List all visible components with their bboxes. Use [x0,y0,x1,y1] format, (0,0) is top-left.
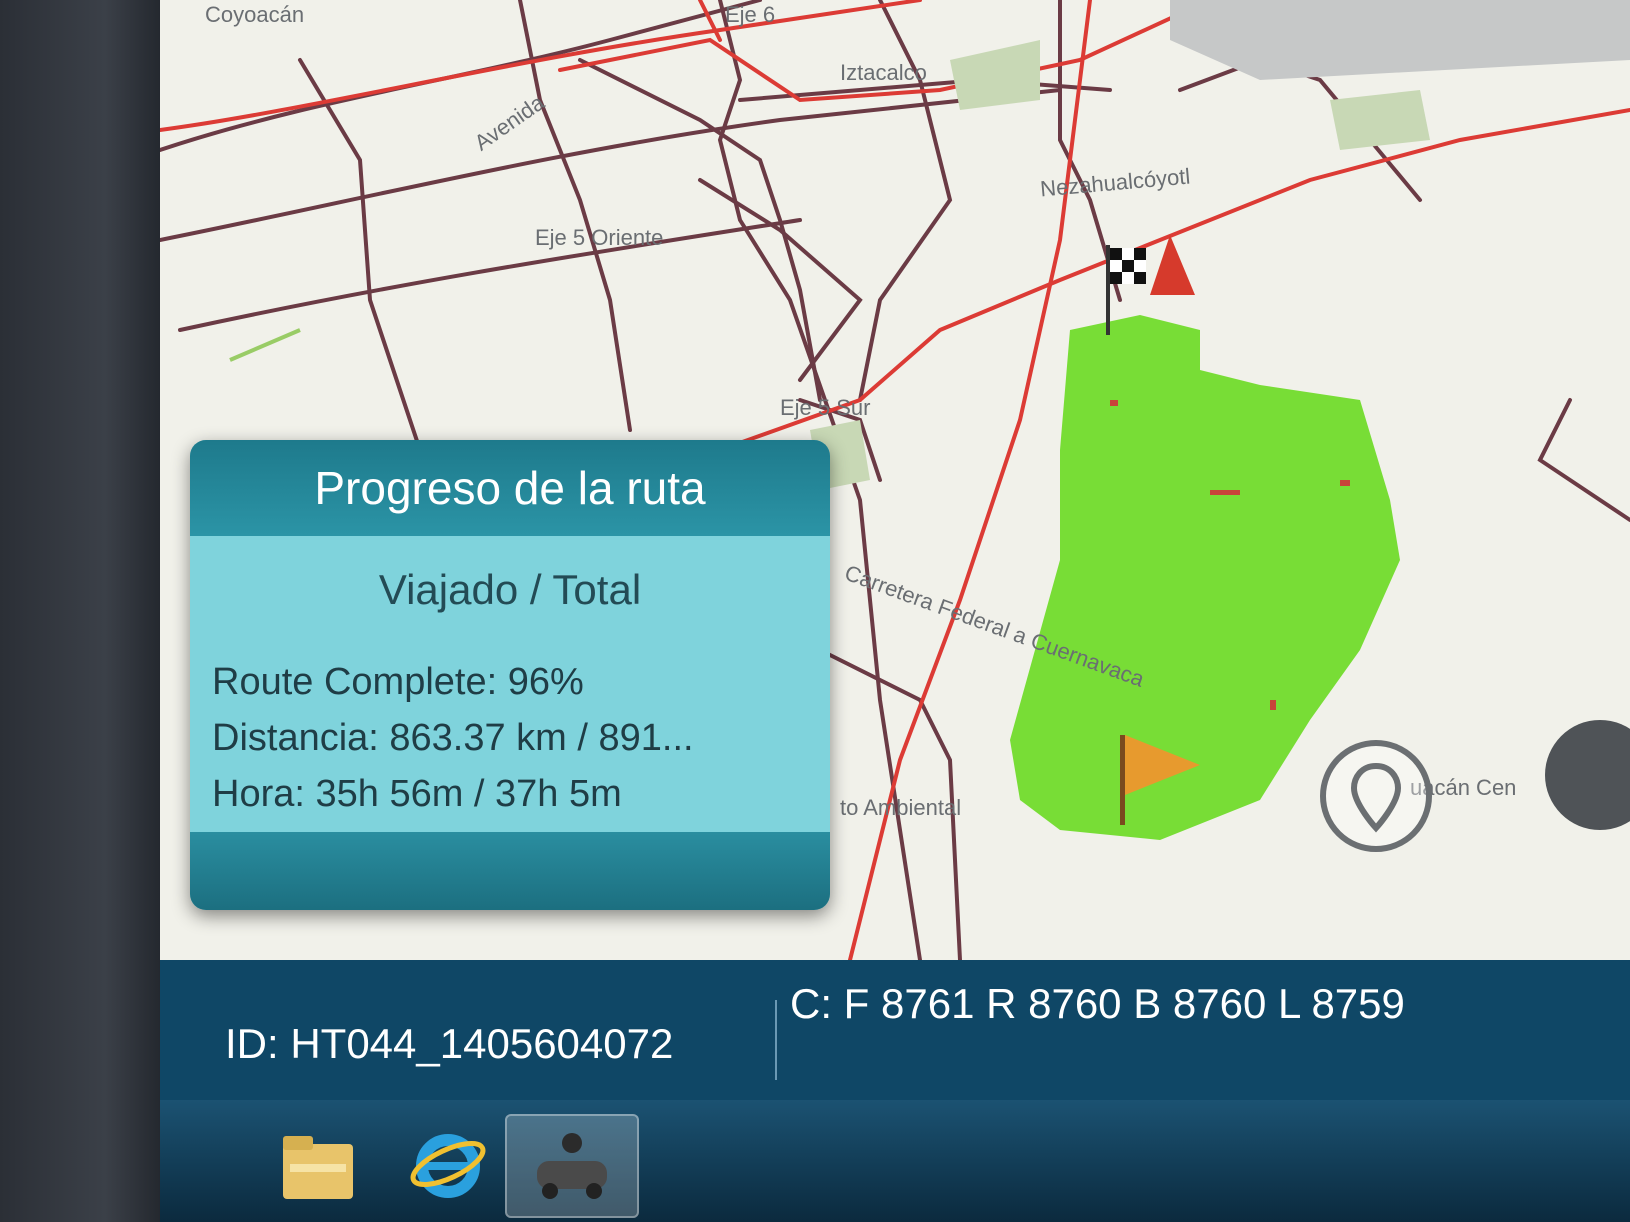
urban-area [1170,0,1630,80]
panel-subtitle: Viajado / Total [378,566,642,613]
map-label-ambiental: to Ambiental [840,795,962,820]
panel-title: Progreso de la ruta [190,440,830,536]
orange-flag-icon[interactable] [1105,730,1215,830]
map-label-eje5-oriente: Eje 5 Oriente [535,225,664,250]
internet-explorer-icon[interactable] [400,1114,496,1214]
car-app-icon[interactable] [505,1114,639,1218]
route-complete-row: Route Complete: 96% [212,661,584,703]
panel-footer [190,832,830,910]
map-label-iztacalco: Iztacalco [840,60,927,85]
status-divider [775,1000,777,1080]
time-row: Hora: 35h 56m / 37h 5m [212,773,622,815]
map-label-eje5-sur: Eje 5 Sur [780,395,871,420]
distance-row: Distancia: 863.37 km / 891... [212,717,694,759]
status-bar: ID: HT044_1405604072 C: F 8761 R 8760 B … [160,960,1630,1100]
taskbar [160,1100,1630,1222]
location-pin-icon[interactable] [1320,740,1432,852]
session-id: ID: HT044_1405604072 [225,1020,674,1067]
counter-readout: C: F 8761 R 8760 B 8760 L 8759 [790,980,1405,1027]
park-area [950,40,1040,110]
folder-icon[interactable] [270,1114,366,1214]
app-screen: Coyoacán Eje 6 Iztacalco Avenida Nezahua… [160,0,1630,1222]
map-label-eje6: Eje 6 [725,2,776,27]
route-progress-panel: Progreso de la ruta Viajado / Total Rout… [190,440,830,910]
map-label-coyoacan: Coyoacán [205,2,305,27]
monitor-bezel [0,0,175,1222]
checkered-flag-icon[interactable] [1100,230,1210,340]
